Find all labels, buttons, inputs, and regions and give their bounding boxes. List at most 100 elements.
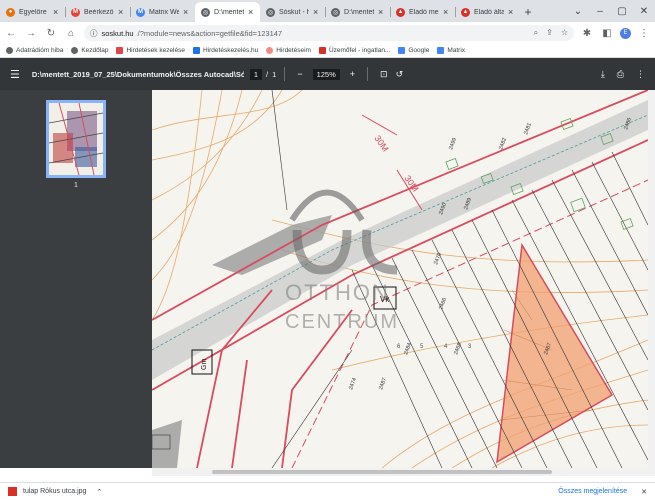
toolbar-divider [284,67,286,81]
search-icon[interactable]: ⌕ [534,28,538,38]
house-icon [318,47,326,54]
close-icon[interactable]: ✕ [641,488,647,496]
tab-close-icon[interactable]: × [183,8,191,17]
print-icon[interactable]: ⎙ [617,69,624,80]
bookmark-item[interactable]: Kezdőlap [71,47,108,54]
zoom-out-icon[interactable]: − [293,69,306,79]
bookmark-item[interactable]: Adatrádióm hiba [6,47,63,54]
browser-tab[interactable]: ▲ Eladó mez × [390,2,455,22]
show-all-downloads-link[interactable]: Összes megjelenítése [558,488,627,495]
tab-favicon-icon: ▲ [396,7,405,17]
thumbnail-sidebar: 1 [0,90,152,468]
bookmark-item[interactable]: Hirdetéskezelés.hu [192,47,259,54]
tab-close-icon[interactable]: × [118,8,126,17]
reload-icon[interactable]: ↻ [44,28,58,39]
tab-title: Eladó mez [409,8,439,16]
zoom-input[interactable]: 125% [312,68,340,80]
url-path: /?module=news&action=getfile&fid=123147 [137,28,283,38]
matrix-icon [437,47,445,54]
tab-title: D:\mentett [344,8,374,16]
thumbnail-preview [49,103,103,175]
tab-close-icon[interactable]: × [313,8,321,17]
profile-avatar[interactable]: E [620,27,631,39]
bookmark-label: Üzemőfel - ingatlan... [328,47,391,54]
tab-close-icon[interactable]: × [378,8,386,17]
bookmark-label: Matrix [447,47,466,54]
tab-favicon-icon: ● [6,7,15,17]
tab-search-icon[interactable]: ⌄ [567,6,589,17]
scroll-thumb[interactable] [212,470,552,474]
browser-tab[interactable]: ▲ Eladó álta × [455,2,520,22]
thumbnail-page-label: 1 [74,182,78,189]
watermark-centrum: CENTRUM [285,311,399,333]
sidepanel-icon[interactable]: ◧ [600,28,614,39]
url-host: soskut.hu [101,28,134,38]
zoom-in-icon[interactable]: + [346,69,359,79]
pdf-page-canvas[interactable]: 30M 30M Vk Gm 2490 2481 2489 2482 2499 2… [152,90,648,468]
browser-tab[interactable]: M Matrix We × [130,2,195,22]
window-close-icon[interactable]: ✕ [633,6,655,17]
page-number-input[interactable]: 1 [249,68,263,80]
browser-tab[interactable]: ● Egyelőre n × [0,2,65,22]
more-options-icon[interactable]: ⋮ [636,69,645,80]
tab-favicon-icon: ◎ [266,7,275,17]
menu-kebab-icon[interactable]: ⋮ [637,28,651,39]
globe-icon [71,47,79,54]
bookmark-item[interactable]: Hirdetések kezelése [116,47,185,54]
bookmark-item[interactable]: Matrix [437,47,465,54]
tab-close-icon[interactable]: × [53,8,61,17]
page-total: 1 [272,69,277,79]
star-icon[interactable]: ☆ [561,28,568,38]
horizontal-scrollbar[interactable] [152,468,655,476]
browser-tab[interactable]: ◎ D:\mentett × [195,2,260,22]
tab-favicon-icon: M [136,7,145,17]
download-bar: tulap Rókus utca.jpg ⌃ Összes megjelenít… [0,482,655,500]
toolbar-divider [367,67,369,81]
circle-icon [266,47,274,54]
bookmark-item[interactable]: Google [398,47,429,54]
bookmark-label: Kezdőlap [81,47,109,54]
bookmark-item[interactable]: Üzemőfel - ingatlan... [318,47,391,54]
rotate-icon[interactable]: ↺ [392,69,408,80]
browser-tab[interactable]: ◎ D:\mentett × [325,2,390,22]
new-tab-button[interactable]: + [520,2,536,22]
tab-favicon-icon: M [71,7,80,17]
tab-close-icon[interactable]: × [508,8,516,17]
page-thumbnail[interactable] [46,100,106,178]
address-bar[interactable]: ⓘ soskut.hu/?module=news&action=getfile&… [84,25,574,41]
download-icon[interactable]: ⤓ [601,69,605,80]
vertical-scrollbar[interactable] [648,90,655,468]
tab-title: Beérkező le [84,8,114,16]
sidebar-menu-icon[interactable]: ☰ [10,68,20,81]
back-icon[interactable]: ← [4,28,18,39]
bookmark-item[interactable]: Hirdetéseim [266,47,311,54]
cadastral-map: 30M 30M Vk Gm 2490 2481 2489 2482 2499 2… [152,90,648,468]
maximize-icon[interactable]: ▢ [611,6,633,17]
browser-tab[interactable]: M Beérkező le × [65,2,130,22]
site-info-icon[interactable]: ⓘ [90,28,98,39]
forward-icon[interactable]: → [24,28,38,39]
tab-favicon-icon: ◎ [331,7,340,17]
fit-page-icon[interactable]: ⊡ [376,69,392,80]
share-icon[interactable]: ⇪ [546,28,553,38]
download-filename[interactable]: tulap Rókus utca.jpg [23,488,86,495]
tab-favicon-icon: ▲ [461,7,470,17]
tab-close-icon[interactable]: × [443,8,451,17]
page-separator: / [266,69,269,79]
bookmark-label: Hirdetések kezelése [126,47,185,54]
bookmark-label: Adatrádióm hiba [16,47,64,54]
arrow-icon [192,47,200,54]
file-icon [8,487,17,496]
tab-close-icon[interactable]: × [248,8,256,17]
bookmark-label: Hirdetéskezelés.hu [202,47,259,54]
minimize-icon[interactable]: – [589,6,611,17]
home-icon[interactable]: ⌂ [64,28,78,39]
bookmarks-bar: Adatrádióm hiba Kezdőlap Hirdetések kezelé… [0,44,655,58]
watermark-otthon: OTTHON [285,280,390,305]
chevron-up-icon[interactable]: ⌃ [96,488,102,496]
tab-title: Sóskut - h [279,8,309,16]
tab-title: Egyelőre n [19,8,49,16]
browser-tab[interactable]: ◎ Sóskut - h × [260,2,325,22]
extensions-icon[interactable]: ✱ [580,28,594,39]
tab-title: D:\mentett [214,8,244,16]
